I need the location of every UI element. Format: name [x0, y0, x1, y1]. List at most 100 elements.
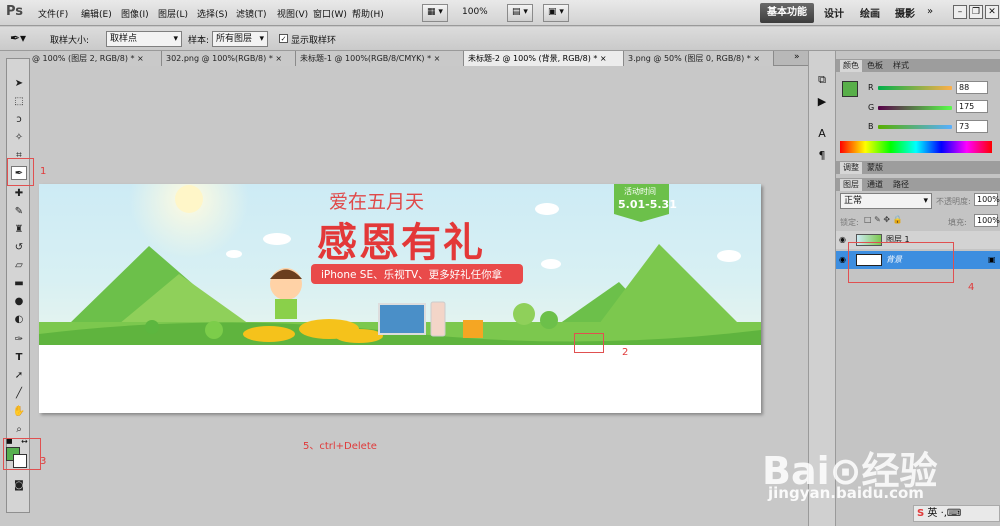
path-select-icon[interactable]: ➚	[11, 369, 27, 383]
b-slider[interactable]	[878, 125, 952, 129]
clone-stamp-icon[interactable]: ♜	[11, 223, 27, 237]
tab-label: 未标题-2 @ 100% (背景, RGB/8) *	[468, 54, 598, 63]
shape-tool-icon[interactable]: ╱	[11, 387, 27, 401]
tab-channels[interactable]: 通道	[864, 179, 886, 191]
fill-label: 填充:	[948, 218, 967, 227]
move-tool-icon[interactable]: ➤	[11, 77, 27, 91]
zoom-tool-icon[interactable]: ⌕	[11, 423, 27, 437]
r-value[interactable]: 88	[956, 81, 988, 94]
sample-select[interactable]: 所有图层 ▾	[212, 31, 268, 47]
pen-tool-icon[interactable]: ✑	[11, 333, 27, 347]
b-label: B	[868, 122, 874, 131]
marquee-tool-icon[interactable]: ⬚	[11, 95, 27, 109]
chevron-down-icon: ▾	[923, 196, 928, 206]
type-tool-icon[interactable]: T	[11, 351, 27, 365]
tab-styles[interactable]: 样式	[890, 60, 912, 72]
tab-302png[interactable]: 302.png @ 100%(RGB/8) * ×	[162, 51, 296, 66]
color-panel-fg-swatch[interactable]	[842, 81, 858, 97]
workspace-more-icon[interactable]: »	[927, 6, 933, 17]
menu-filter[interactable]: 滤镜(T)	[236, 7, 267, 20]
quick-mask-icon[interactable]: ◙	[11, 479, 27, 493]
restore-icon[interactable]: ❐	[969, 5, 983, 19]
sample-size-select[interactable]: 取样点 ▾	[106, 31, 182, 47]
ime-toolbar[interactable]: S 英 ·,⌨	[913, 505, 1000, 522]
workspace-photo[interactable]: 摄影	[895, 5, 915, 20]
tab-untitled-2[interactable]: 未标题-2 @ 100% (背景, RGB/8) * ×	[464, 51, 624, 66]
blend-mode-value: 正常	[844, 196, 863, 206]
tab-doc-1[interactable]: @ 100% (图层 2, RGB/8) * ×	[28, 51, 162, 66]
color-spectrum-bar[interactable]	[840, 141, 992, 153]
document-canvas[interactable]: 爱在五月天 感恩有礼 iPhone SE、乐视TV、更多好礼任你拿 活动时间 5…	[39, 184, 761, 413]
paragraph-panel-icon[interactable]: ¶	[813, 149, 831, 163]
b-value[interactable]: 73	[956, 120, 988, 133]
menu-file[interactable]: 文件(F)	[38, 7, 68, 20]
menu-edit[interactable]: 编辑(E)	[81, 7, 112, 20]
badge-label: 活动时间	[624, 187, 656, 196]
arrange-docs-button[interactable]: ▤ ▾	[507, 4, 533, 22]
tab-layers[interactable]: 图层	[840, 179, 862, 191]
g-slider[interactable]	[878, 106, 952, 110]
tab-paths[interactable]: 路径	[890, 179, 912, 191]
annotation-5: 5、ctrl+Delete	[303, 441, 377, 452]
r-label: R	[868, 83, 874, 92]
show-ring-label: 显示取样环	[291, 36, 337, 46]
healing-brush-icon[interactable]: ✚	[11, 187, 27, 201]
gradient-tool-icon[interactable]: ▬	[11, 277, 27, 291]
tab-3png[interactable]: 3.png @ 50% (图层 0, RGB/8) * ×	[624, 51, 774, 66]
menu-help[interactable]: 帮助(H)	[352, 7, 384, 20]
close-icon[interactable]: ✕	[985, 5, 999, 19]
tab-swatches[interactable]: 色板	[864, 60, 886, 72]
workspace-design[interactable]: 设计	[824, 5, 844, 20]
hand-tool-icon[interactable]: ✋	[11, 405, 27, 419]
options-bar: ✒▾ 取样大小: 取样点 ▾ 样本: 所有图层 ▾ ✓ 显示取样环	[0, 27, 1000, 51]
workspace-paint[interactable]: 绘画	[860, 5, 880, 20]
annotation-1: 1	[40, 166, 47, 177]
workspace-basic[interactable]: 基本功能	[760, 3, 814, 23]
banner-title-main: 感恩有礼	[317, 219, 485, 266]
blend-mode-select[interactable]: 正常 ▾	[840, 193, 932, 209]
opacity-value[interactable]: 100%	[974, 193, 1000, 206]
r-slider[interactable]	[878, 86, 952, 90]
lasso-tool-icon[interactable]: ↄ	[11, 113, 27, 127]
zoom-level[interactable]: 100%	[462, 7, 488, 17]
sun	[175, 185, 203, 213]
quick-select-tool-icon[interactable]: ✧	[11, 131, 27, 145]
g-label: G	[868, 103, 875, 112]
brush-tool-icon[interactable]: ✎	[11, 205, 27, 219]
fill-value[interactable]: 100%	[974, 214, 1000, 227]
actions-panel-icon[interactable]: ▶	[813, 95, 831, 109]
highlight-box-1	[7, 158, 34, 186]
blur-tool-icon[interactable]: ●	[11, 295, 27, 309]
screen-mode-button[interactable]: ▦ ▾	[422, 4, 448, 22]
menu-image[interactable]: 图像(I)	[121, 7, 149, 20]
dodge-tool-icon[interactable]: ◐	[11, 313, 27, 327]
tab-color[interactable]: 颜色	[840, 60, 862, 72]
tab-adjustments[interactable]: 调整	[840, 162, 862, 174]
view-extras-button[interactable]: ▣ ▾	[543, 4, 569, 22]
photoshop-logo: Ps	[6, 4, 24, 19]
eye-icon[interactable]: ◉	[839, 251, 846, 269]
chevron-down-icon: ▾	[259, 34, 264, 44]
sogou-icon: S	[917, 508, 925, 519]
menu-select[interactable]: 选择(S)	[197, 7, 228, 20]
character-panel-icon[interactable]: A	[813, 127, 831, 141]
menu-layer[interactable]: 图层(L)	[158, 7, 188, 20]
minimize-icon[interactable]: –	[953, 5, 967, 19]
g-value[interactable]: 175	[956, 100, 988, 113]
tab-untitled-1[interactable]: 未标题-1 @ 100%(RGB/8/CMYK) * ×	[296, 51, 464, 66]
menu-view[interactable]: 视图(V)	[277, 7, 308, 20]
tab-label: 3.png @ 50% (图层 0, RGB/8) *	[628, 54, 751, 63]
history-brush-icon[interactable]: ↺	[11, 241, 27, 255]
menu-window[interactable]: 窗口(W)	[313, 7, 347, 20]
document-tabs: @ 100% (图层 2, RGB/8) * × 302.png @ 100%(…	[28, 51, 808, 66]
lock-icons[interactable]: □ ✎ ✥ 🔒	[864, 215, 903, 224]
show-ring-checkbox[interactable]: ✓	[279, 34, 288, 43]
eye-icon[interactable]: ◉	[839, 231, 846, 249]
highlight-box-4	[848, 242, 954, 283]
tab-masks[interactable]: 蒙版	[864, 162, 886, 174]
eyedropper-tool-preset-icon[interactable]: ✒▾	[10, 31, 26, 45]
history-panel-icon[interactable]: ⧉	[813, 73, 831, 87]
tabs-more-icon[interactable]: »	[794, 52, 800, 62]
sample-label: 样本:	[188, 36, 210, 46]
eraser-tool-icon[interactable]: ▱	[11, 259, 27, 273]
